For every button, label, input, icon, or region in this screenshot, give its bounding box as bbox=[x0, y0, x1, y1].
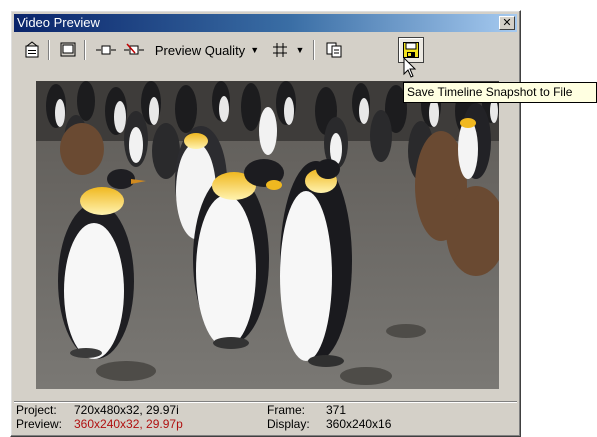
grid-icon bbox=[273, 43, 287, 57]
split-screen-view-button[interactable] bbox=[122, 38, 146, 62]
window-title: Video Preview bbox=[17, 15, 100, 30]
split-screen-button[interactable] bbox=[94, 38, 118, 62]
close-icon: ✕ bbox=[502, 16, 512, 29]
toolbar-separator bbox=[84, 40, 86, 60]
display-label: Display: bbox=[267, 417, 310, 431]
tooltip: Save Timeline Snapshot to File bbox=[403, 82, 597, 103]
video-preview-area[interactable] bbox=[36, 81, 499, 389]
display-value: 360x240x16 bbox=[326, 417, 392, 431]
mouse-cursor-icon bbox=[403, 57, 417, 78]
chevron-down-icon: ▼ bbox=[295, 45, 305, 55]
external-monitor-button[interactable] bbox=[56, 38, 80, 62]
copy-snapshot-button[interactable] bbox=[322, 38, 346, 62]
project-label: Project: bbox=[16, 403, 57, 417]
properties-icon bbox=[25, 41, 39, 58]
project-value: 720x480x32, 29.97i bbox=[74, 403, 179, 417]
close-button[interactable]: ✕ bbox=[499, 16, 515, 30]
video-properties-button[interactable] bbox=[20, 38, 44, 62]
frame-label: Frame: bbox=[267, 403, 306, 417]
split-screen-off-icon bbox=[124, 43, 144, 55]
toolbar-separator bbox=[48, 40, 50, 60]
preview-quality-label: Preview Quality bbox=[154, 42, 246, 58]
tooltip-text: Save Timeline Snapshot to File bbox=[407, 85, 573, 99]
video-output-icon bbox=[60, 42, 76, 57]
preview-quality-dropdown[interactable]: Preview Quality ▼ bbox=[150, 38, 264, 62]
chevron-down-icon: ▼ bbox=[250, 45, 260, 55]
frame-value: 371 bbox=[326, 403, 347, 417]
copy-snapshot-icon bbox=[326, 42, 342, 58]
status-bar: Project: 720x480x32, 29.97i Preview: 360… bbox=[14, 401, 517, 433]
toolbar-separator bbox=[313, 40, 315, 60]
video-frame bbox=[36, 81, 499, 389]
preview-value: 360x240x32, 29.97p bbox=[74, 417, 183, 431]
overlays-button[interactable] bbox=[268, 38, 292, 62]
overlays-dropdown-button[interactable]: ▼ bbox=[293, 38, 307, 62]
split-screen-icon bbox=[96, 45, 116, 55]
title-bar[interactable]: Video Preview ✕ bbox=[14, 14, 517, 32]
video-preview-window: Video Preview ✕ Preview Quality ▼ ▼ Proj… bbox=[10, 10, 521, 437]
toolbar: Preview Quality ▼ ▼ bbox=[14, 35, 517, 65]
preview-label: Preview: bbox=[16, 417, 63, 431]
